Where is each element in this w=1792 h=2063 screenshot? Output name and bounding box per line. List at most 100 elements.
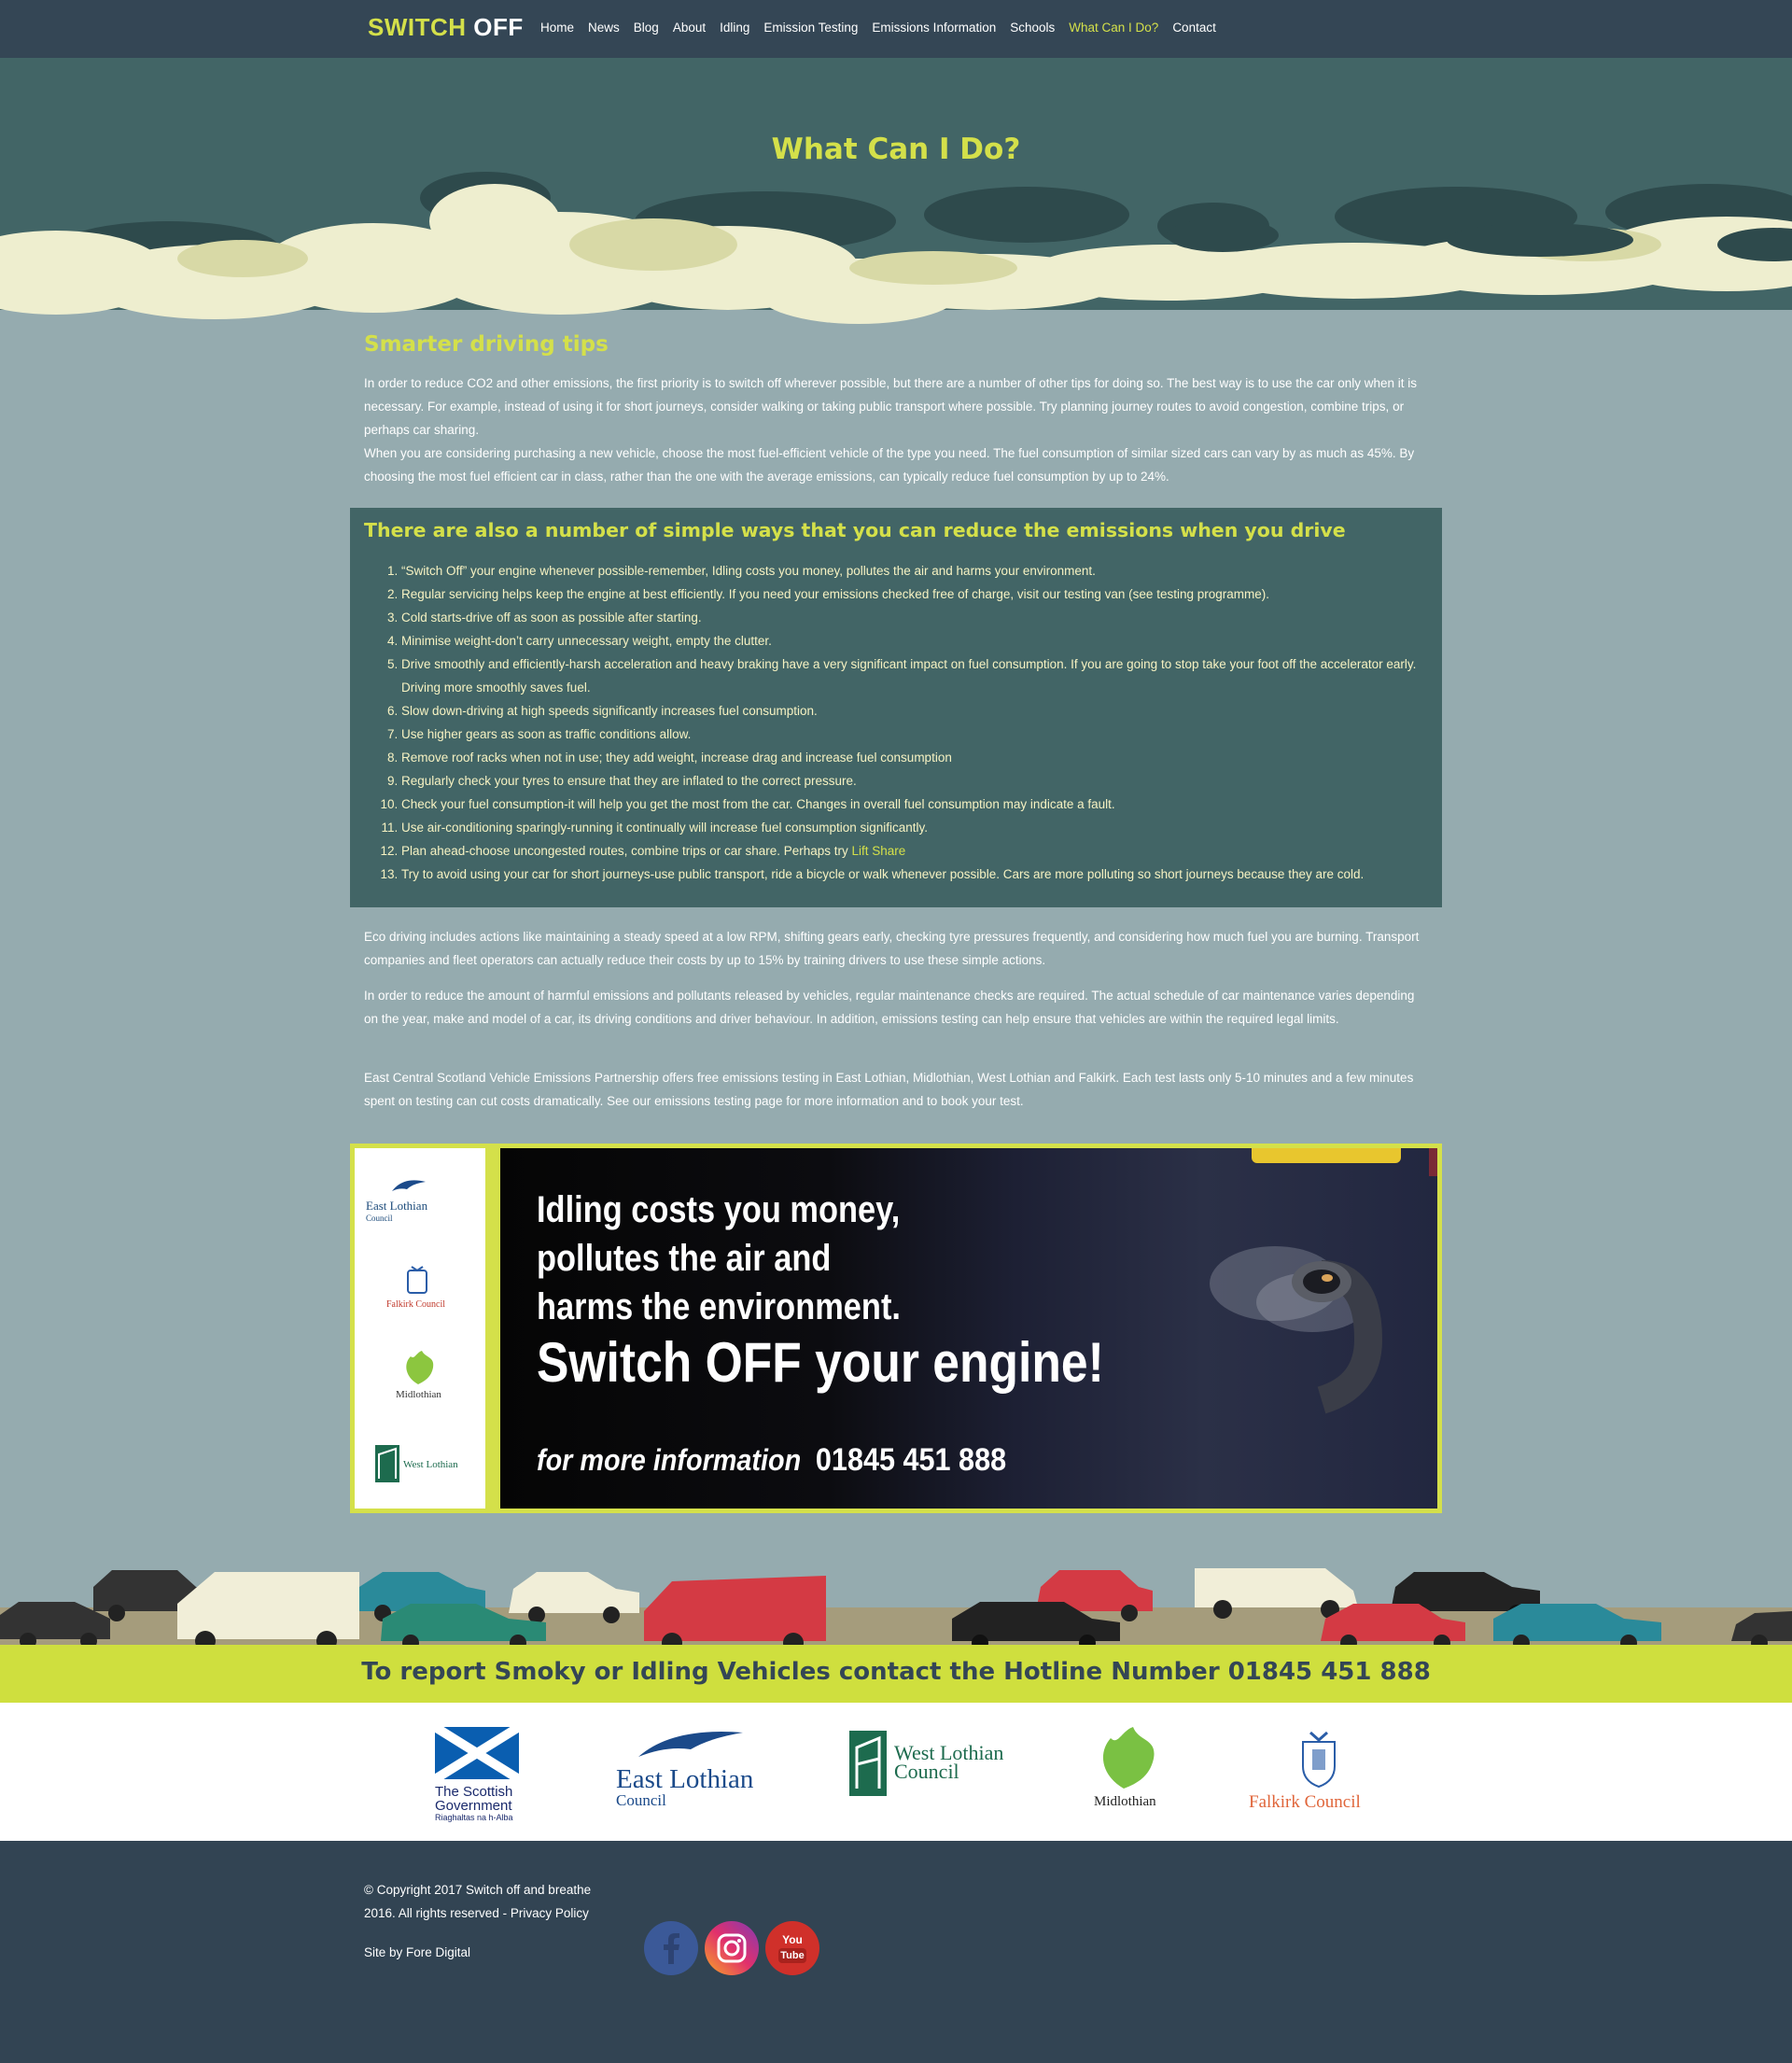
list-item: Try to avoid using your car for short jo… [401,863,1428,886]
hotline-bar: To report Smoky or Idling Vehicles conta… [0,1645,1792,1703]
scot-gov-line-3: Riaghaltas na h-Alba [435,1813,513,1822]
banner-logo-east-lothian-sub: Council [366,1214,393,1223]
nav-schools[interactable]: Schools [1010,21,1055,35]
banner-line-1: Idling costs you money, [537,1189,901,1230]
list-item: Use higher gears as soon as traffic cond… [401,723,1428,746]
nav-about[interactable]: About [673,21,706,35]
oak-leaf-icon [1102,1727,1155,1789]
intro-paragraph-1: In order to reduce CO2 and other emissio… [364,376,1418,437]
east-lothian-logo[interactable]: East Lothian Council [616,1725,753,1809]
instagram-icon[interactable] [705,1921,759,1975]
saltire-icon [432,1722,522,1784]
banner-info-label: for more information [537,1443,802,1477]
list-item: Remove roof racks when not in use; they … [401,746,1428,769]
nav-home[interactable]: Home [540,21,574,35]
copyright-text: © Copyright 2017 Switch off and breathe … [364,1883,592,1920]
exhaust-pipe-icon [1210,1246,1383,1414]
banner-logo-west-lothian: West Lothian [403,1459,458,1470]
list-item: Regular servicing helps keep the engine … [401,582,1428,606]
van-front-2 [644,1576,826,1645]
falkirk-crest-icon [1302,1731,1336,1789]
tail-light [1429,1148,1437,1176]
site-credit[interactable]: Site by Fore Digital [364,1945,470,1959]
crest-icon [407,1266,427,1294]
scot-gov-line-1: The Scottish [435,1784,513,1800]
page-title: What Can I Do? [771,133,1021,166]
intro-section: Smarter driving tips In order to reduce … [364,332,1428,488]
main-menu: Home News Blog About Idling Emission Tes… [540,21,1230,35]
banner-phone: 01845 451 888 [815,1442,1007,1478]
banner-logo-east-lothian: East Lothian [366,1199,428,1213]
banner-logo-midlothian: Midlothian [396,1389,441,1400]
logo-off: OFF [473,13,524,41]
nav-blog[interactable]: Blog [634,21,659,35]
banner-line-2: pollutes the air and [537,1238,832,1279]
banner-headline: Idling costs you money, pollutes the air… [537,1186,901,1331]
list-item: Plan ahead-choose uncongested routes, co… [401,839,1428,863]
eco-driving-paragraph: Eco driving includes actions like mainta… [364,930,1420,967]
list-item: Check your fuel consumption-it will help… [401,793,1428,816]
smarter-driving-heading: Smarter driving tips [364,332,609,357]
number-plate [1252,1148,1401,1163]
east-lothian-name: East Lothian [616,1764,754,1794]
logo-switch: SWITCH [368,13,467,41]
top-navbar: SWITCH OFF Home News Blog About Idling E… [0,0,1792,58]
van-front-1 [177,1572,359,1645]
maintenance-paragraph: In order to reduce the amount of harmful… [364,989,1415,1026]
tips-panel: There are also a number of simple ways t… [350,508,1442,907]
cloud-illustration [0,172,1792,338]
list-item: “Switch Off” your engine whenever possib… [401,559,1428,582]
scottish-government-logo[interactable]: The Scottish Government Riaghaltas na h-… [432,1722,522,1822]
nav-emission-testing[interactable]: Emission Testing [763,21,858,35]
list-item-text: Plan ahead-choose uncongested routes, co… [401,844,852,858]
west-lothian-logo[interactable]: West Lothian Council [849,1731,1003,1796]
youtube-text-2: Tube [778,1948,806,1963]
list-item: Cold starts-drive off as soon as possibl… [401,606,1428,629]
partner-logos: The Scottish Government Riaghaltas na h-… [0,1703,1792,1841]
falkirk-logo[interactable]: Falkirk Council [1249,1729,1361,1813]
switch-off-campaign-banner: East Lothian Council Falkirk Council Mid… [350,1144,1442,1513]
nav-what-can-i-do[interactable]: What Can I Do? [1069,21,1158,35]
oak-leaf-icon [406,1351,434,1384]
testing-paragraph: East Central Scotland Vehicle Emissions … [364,1071,1414,1108]
scot-gov-line-2: Government [435,1798,512,1814]
site-footer: © Copyright 2017 Switch off and breathe … [0,1841,1792,2063]
midlothian-logo[interactable]: Midlothian [1090,1725,1161,1810]
youtube-icon[interactable]: You Tube [765,1921,819,1975]
list-item: Regularly check your tyres to ensure tha… [401,769,1428,793]
youtube-text-1: You [782,1933,803,1946]
west-lothian-sub: Council [894,1760,959,1783]
nav-news[interactable]: News [588,21,620,35]
eagle-icon [638,1732,743,1757]
banner-info: for more information 01845 451 888 [537,1442,1006,1479]
instagram-glyph [717,1933,747,1963]
nav-emissions-information[interactable]: Emissions Information [872,21,996,35]
bird-icon [392,1180,426,1191]
facebook-glyph [664,1933,679,1964]
banner-logos-column: East Lothian Council Falkirk Council Mid… [355,1148,485,1509]
nav-idling[interactable]: Idling [720,21,749,35]
list-item: Drive smoothly and efficiently-harsh acc… [401,653,1428,699]
nav-contact[interactable]: Contact [1172,21,1216,35]
list-item: Slow down-driving at high speeds signifi… [401,699,1428,723]
banner-logo-falkirk: Falkirk Council [386,1299,446,1310]
site-logo[interactable]: SWITCH OFF [368,13,524,42]
falkirk-name: Falkirk Council [1249,1792,1361,1812]
facebook-icon[interactable] [644,1921,698,1975]
tips-heading: There are also a number of simple ways t… [364,519,1346,541]
banner-big-slogan: Switch OFF your engine! [537,1331,1104,1394]
west-lothian-emblem-icon [375,1445,399,1482]
hero-banner: What Can I Do? [0,58,1792,338]
lift-share-link[interactable]: Lift Share [852,844,906,858]
list-item: Minimise weight-don’t carry unnecessary … [401,629,1428,653]
list-item: Use air-conditioning sparingly-running i… [401,816,1428,839]
banner-line-3: harms the environment. [537,1286,901,1327]
banner-accent-strip [485,1148,500,1509]
intro-paragraph-2: When you are considering purchasing a ne… [364,446,1415,484]
hotline-text: To report Smoky or Idling Vehicles conta… [361,1658,1431,1686]
traffic-illustration [0,1568,1792,1645]
tips-list: “Switch Off” your engine whenever possib… [401,559,1428,886]
east-lothian-sub: Council [616,1791,666,1809]
midlothian-name: Midlothian [1094,1794,1156,1809]
west-lothian-crest-icon [849,1731,887,1796]
